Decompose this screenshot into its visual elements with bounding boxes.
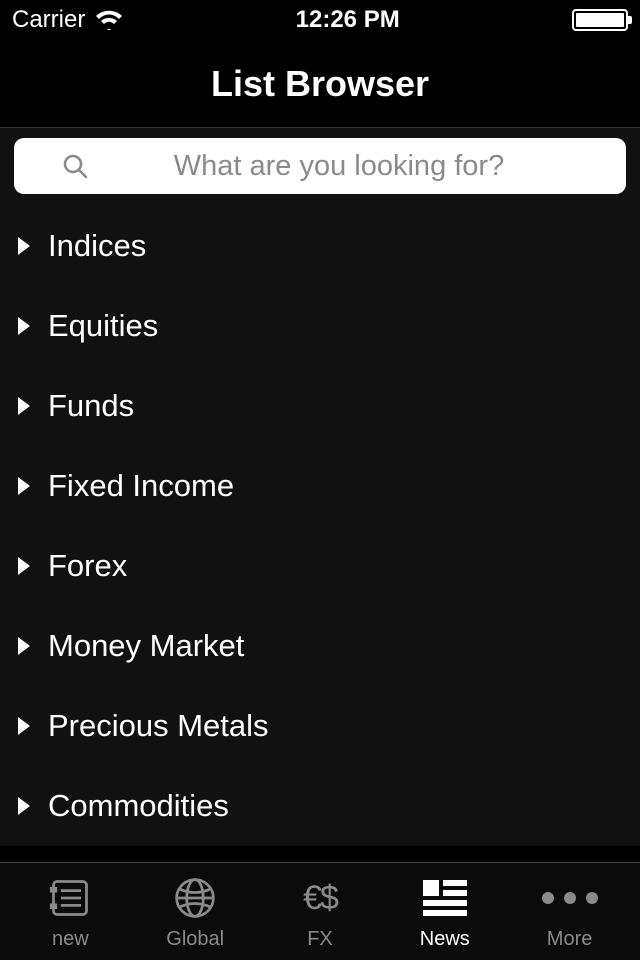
chevron-right-icon <box>18 477 30 495</box>
page-title: List Browser <box>211 63 429 105</box>
chevron-right-icon <box>18 717 30 735</box>
tab-label: new <box>52 928 89 951</box>
chevron-right-icon <box>18 317 30 335</box>
list-icon <box>46 874 94 922</box>
tab-more[interactable]: More <box>507 874 632 951</box>
tab-fx[interactable]: €$ FX <box>258 874 383 951</box>
tab-label: Global <box>166 928 224 951</box>
tab-label: More <box>547 928 593 951</box>
status-bar: Carrier 12:26 PM <box>0 0 640 40</box>
list-item-equities[interactable]: Equities <box>0 286 640 366</box>
tab-news[interactable]: News <box>382 874 507 951</box>
wifi-icon <box>95 10 123 30</box>
search-input[interactable] <box>100 150 579 183</box>
more-icon <box>546 874 594 922</box>
currency-icon: €$ <box>296 874 344 922</box>
item-label: Indices <box>48 228 146 264</box>
globe-icon <box>171 874 219 922</box>
list-item-funds[interactable]: Funds <box>0 366 640 446</box>
chevron-right-icon <box>18 797 30 815</box>
status-time: 12:26 PM <box>296 6 400 34</box>
tab-bar: new Global €$ FX <box>0 862 640 960</box>
nav-header: List Browser <box>0 40 640 128</box>
item-label: Commodities <box>48 788 229 824</box>
list-item-fixed-income[interactable]: Fixed Income <box>0 446 640 526</box>
tab-label: FX <box>307 928 333 951</box>
search-field[interactable] <box>14 138 626 194</box>
tab-global[interactable]: Global <box>133 874 258 951</box>
category-list: Indices Equities Funds Fixed Income Fore… <box>0 206 640 846</box>
list-item-money-market[interactable]: Money Market <box>0 606 640 686</box>
list-item-indices[interactable]: Indices <box>0 206 640 286</box>
chevron-right-icon <box>18 397 30 415</box>
chevron-right-icon <box>18 237 30 255</box>
item-label: Equities <box>48 308 158 344</box>
list-item-commodities[interactable]: Commodities <box>0 766 640 846</box>
item-label: Funds <box>48 388 134 424</box>
item-label: Precious Metals <box>48 708 269 744</box>
item-label: Money Market <box>48 628 244 664</box>
list-item-forex[interactable]: Forex <box>0 526 640 606</box>
status-left: Carrier <box>12 6 123 34</box>
item-label: Forex <box>48 548 127 584</box>
item-label: Fixed Income <box>48 468 234 504</box>
battery-icon <box>572 9 628 31</box>
search-icon <box>62 153 88 179</box>
list-item-precious-metals[interactable]: Precious Metals <box>0 686 640 766</box>
search-container <box>0 128 640 206</box>
tab-label: News <box>420 928 470 951</box>
chevron-right-icon <box>18 637 30 655</box>
carrier-label: Carrier <box>12 6 85 34</box>
news-icon <box>421 874 469 922</box>
tab-new[interactable]: new <box>8 874 133 951</box>
chevron-right-icon <box>18 557 30 575</box>
